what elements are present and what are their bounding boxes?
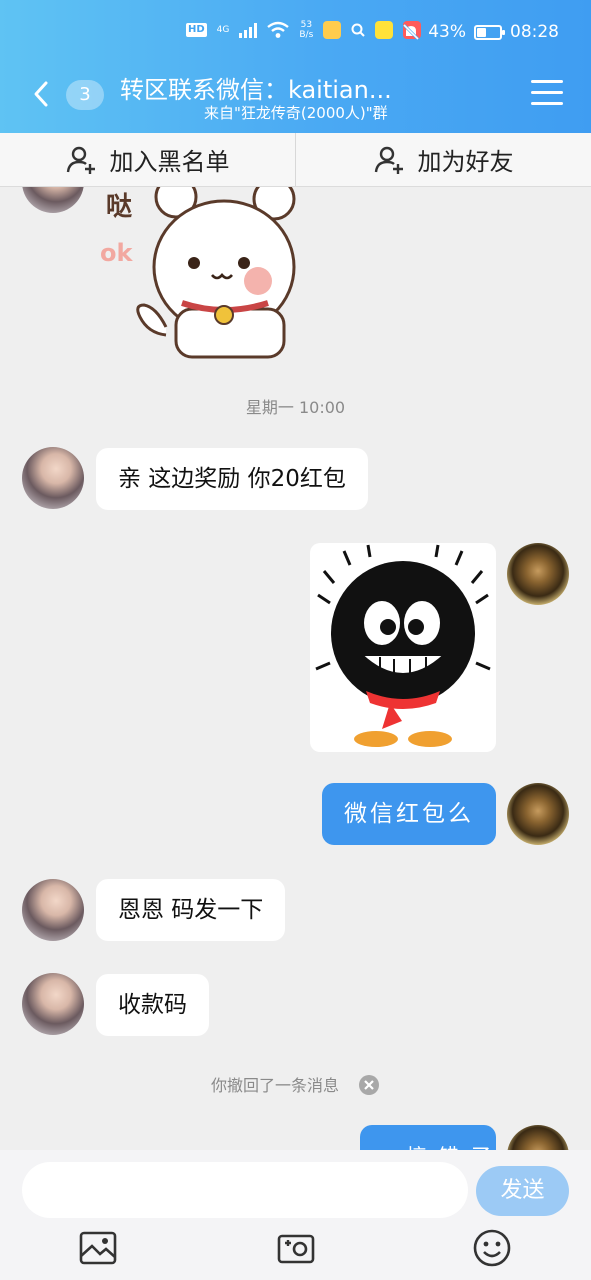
network-label: 4G: [216, 25, 230, 35]
hd-badge: HD: [186, 23, 207, 37]
my-avatar[interactable]: [507, 1125, 569, 1150]
message-list[interactable]: 哒 ok 星期一 10:00 亲 这边奖励 你20红包 微信红包么 恩恩 码发一…: [0, 187, 591, 1150]
message-bubble[interactable]: 收款码: [96, 974, 209, 1036]
message-bubble-outgoing[interactable]: o 搞 错 了: [360, 1125, 496, 1150]
timestamp: 星期一 10:00: [245, 398, 346, 417]
mute-icon: [403, 23, 420, 41]
sender-avatar[interactable]: [22, 879, 84, 941]
sender-avatar[interactable]: [22, 447, 84, 509]
unread-count-badge[interactable]: 3: [66, 80, 104, 110]
blacklist-button[interactable]: 加入黑名单: [0, 133, 295, 186]
status-bar: HD 4G 53 B/s 43% 08:28: [0, 14, 591, 52]
battery-icon: [474, 24, 505, 40]
message-bubble-outgoing[interactable]: 微信红包么: [322, 783, 496, 845]
battery-percent: 43%: [428, 22, 466, 42]
my-avatar[interactable]: [507, 543, 569, 605]
message-bubble[interactable]: 恩恩 码发一下: [96, 879, 286, 941]
sender-avatar[interactable]: [22, 973, 84, 1035]
my-avatar[interactable]: [507, 783, 569, 845]
menu-icon[interactable]: [531, 80, 563, 108]
clock: 08:28: [510, 22, 559, 42]
back-icon[interactable]: [28, 80, 56, 108]
penguin-sticker[interactable]: [310, 543, 496, 752]
net-speed-unit: B/s: [299, 30, 314, 40]
bear-sticker[interactable]: 哒 ok: [96, 187, 306, 362]
action-bar: 加入黑名单 加为好友: [0, 133, 591, 187]
app-notification-icon: [323, 21, 342, 39]
close-circle-icon[interactable]: [358, 1074, 380, 1096]
app-notification-icon-2: [375, 21, 394, 39]
add-person-icon: [66, 146, 95, 174]
camera-icon[interactable]: [276, 1228, 316, 1268]
wifi-icon: [267, 21, 290, 38]
message-bubble[interactable]: 亲 这边奖励 你20红包: [96, 448, 368, 510]
net-speed-value: 53: [300, 20, 313, 30]
chat-title: 转区联系微信：kaitian...: [120, 76, 392, 104]
battery-level: [477, 27, 486, 37]
search-icon: [351, 23, 365, 37]
status-right: 43% 08:28: [402, 22, 559, 42]
header: HD 4G 53 B/s 43% 08:28 3 转区联系微信：kaitian..…: [0, 0, 591, 133]
sender-avatar[interactable]: [22, 187, 84, 213]
signal-icon: [239, 22, 258, 38]
sticker-text: 哒: [106, 192, 132, 222]
message-input[interactable]: [22, 1162, 468, 1218]
emoji-icon[interactable]: [472, 1228, 512, 1268]
send-button[interactable]: 发送: [476, 1166, 569, 1216]
add-friend-button[interactable]: 加为好友: [295, 133, 591, 186]
status-left-icons: HD 4G 53 B/s: [186, 20, 422, 40]
recall-text: 你撤回了一条消息: [210, 1076, 339, 1095]
composer: 发送: [0, 1150, 591, 1280]
blacklist-label: 加入黑名单: [109, 148, 230, 176]
network-type: 4G: [217, 25, 230, 35]
add-person-icon: [374, 146, 403, 174]
image-icon[interactable]: [78, 1228, 118, 1268]
net-speed: 53 B/s: [299, 20, 313, 40]
recall-notice: 你撤回了一条消息: [0, 1072, 591, 1096]
sticker-ok-text: ok: [100, 239, 133, 267]
add-friend-label: 加为好友: [417, 148, 514, 176]
chat-subtitle: 来自"狂龙传奇(2000人)"群: [204, 104, 388, 122]
